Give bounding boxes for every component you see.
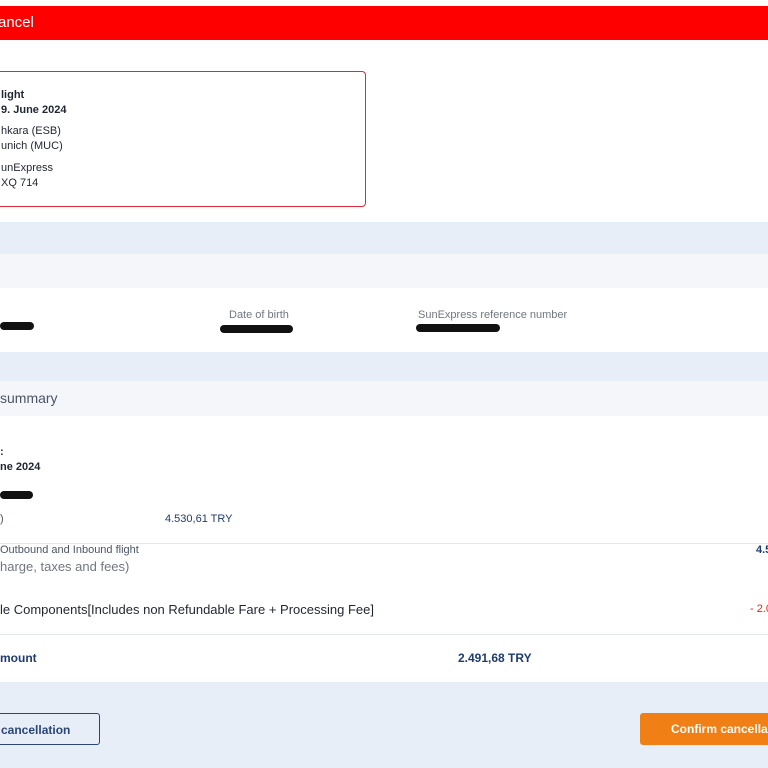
- reference-number-label: SunExpress reference number: [418, 309, 568, 321]
- flight-charge-amount: 4.5: [756, 544, 768, 556]
- flight-date: 9. June 2024: [1, 104, 67, 116]
- origin-airport: hkara (ESB): [1, 125, 61, 137]
- page-header: ancel: [0, 6, 768, 40]
- keep-booking-button[interactable]: cancellation: [0, 713, 100, 745]
- non-refundable-amount: - 2.0: [750, 603, 768, 615]
- redacted-summary-passenger: [0, 491, 33, 499]
- confirm-cancellation-label: Confirm cancella: [671, 722, 768, 736]
- flight-card: light 9. June 2024 hkara (ESB) unich (MU…: [0, 71, 366, 207]
- keep-booking-label: cancellation: [1, 723, 71, 737]
- refund-total-amount: 2.491,68 TRY: [458, 651, 532, 665]
- refund-total-label: mount: [0, 651, 37, 665]
- flight-type-label: light: [1, 89, 25, 101]
- summary-marker: :: [0, 446, 4, 458]
- airline-name: unExpress: [1, 162, 53, 174]
- summary-title: summary: [0, 390, 58, 406]
- flight-charge-sublabel: harge, taxes and fees): [0, 559, 130, 574]
- redacted-date-of-birth: [220, 325, 293, 333]
- redacted-passenger-name: [0, 322, 34, 330]
- flight-charge-label: Outbound and Inbound flight: [0, 544, 139, 556]
- flight-number: XQ 714: [1, 177, 39, 189]
- confirm-cancellation-button[interactable]: Confirm cancella: [640, 713, 768, 745]
- section-divider-2: [0, 352, 768, 381]
- cancellation-page: ancel light 9. June 2024 hkara (ESB) uni…: [0, 0, 768, 768]
- section-divider: [0, 222, 768, 254]
- date-of-birth-label: Date of birth: [229, 309, 289, 321]
- destination-airport: unich (MUC): [1, 140, 63, 152]
- summary-date: ne 2024: [0, 461, 41, 473]
- divider: [0, 634, 768, 635]
- non-refundable-label: le Components[Includes non Refundable Fa…: [0, 602, 374, 617]
- page-title: ancel: [0, 14, 34, 31]
- passenger-section-header: [0, 254, 768, 288]
- base-fare-amount: 4.530,61 TRY: [165, 513, 233, 525]
- redacted-reference-number: [416, 324, 500, 332]
- summary-section-header: [0, 381, 768, 416]
- base-fare-label: ): [0, 513, 4, 525]
